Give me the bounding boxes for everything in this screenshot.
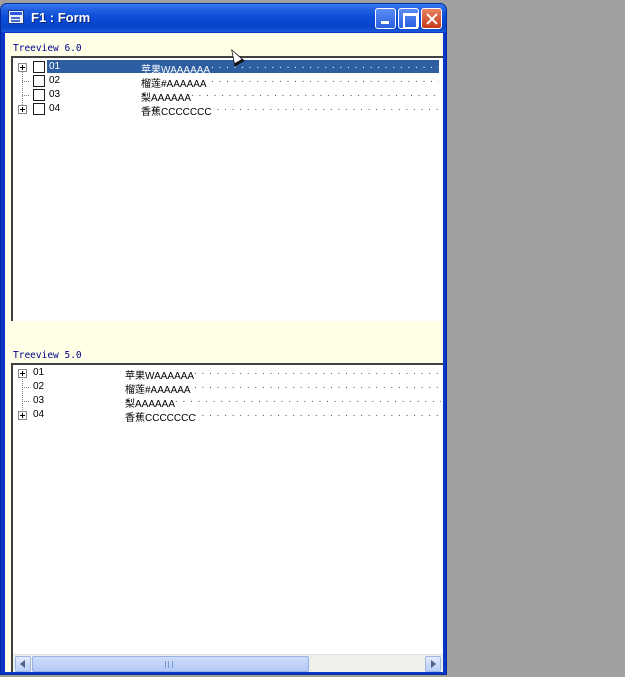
tree5-item-03[interactable]: 03 梨AAAAAA . . . . . . . . . . . . . . .…	[13, 394, 443, 410]
checkbox[interactable]	[33, 75, 45, 87]
tree-connector-line	[22, 81, 29, 82]
item-id: 01	[33, 367, 45, 378]
window-title: F1 : Form	[31, 10, 91, 25]
item-id: 03	[49, 89, 61, 100]
treeview-6[interactable]: 01 苹果WAAAAAA . . . . . . . . . . . . . .…	[11, 56, 443, 321]
item-id: 04	[49, 103, 61, 114]
scrollbar-thumb[interactable]	[32, 656, 309, 672]
plus-expander-icon[interactable]	[18, 63, 27, 72]
tree5-item-02[interactable]: 02 榴莲#AAAAAA . . . . . . . . . . . . . .…	[13, 380, 443, 396]
plus-expander-icon[interactable]	[18, 411, 27, 420]
scroll-left-icon[interactable]	[15, 656, 31, 672]
item-dots: . . . . . . . . . . . . . . . . . . . . …	[194, 408, 441, 419]
item-dots: . . . . . . . . . . . . . . . . . . . . …	[211, 60, 439, 71]
tree-connector-line	[22, 95, 29, 96]
item-dots: . . . . . . . . . . . . . . . . . . . . …	[194, 366, 441, 377]
treeview-5-label: Treeview 5.0	[13, 350, 82, 361]
tree6-item-04[interactable]: 04 香蕉CCCCCCC . . . . . . . . . . . . . .…	[13, 102, 443, 118]
tree5-item-01[interactable]: 01 苹果WAAAAAA . . . . . . . . . . . . . .…	[13, 366, 443, 382]
item-id: 03	[33, 395, 45, 406]
title-bar[interactable]: F1 : Form	[1, 4, 446, 32]
horizontal-scrollbar[interactable]	[13, 654, 443, 672]
tree6-item-02[interactable]: 02 榴莲#AAAAAA . . . . . . . . . . . . . .…	[13, 74, 443, 90]
item-dots: . . . . . . . . . . . . . . . . . . . . …	[209, 102, 439, 113]
form-client-area: Treeview 6.0 01 苹果WAAAAAA . . . . . . . …	[5, 33, 443, 672]
item-id: 02	[49, 75, 61, 86]
treeview-5[interactable]: 01 苹果WAAAAAA . . . . . . . . . . . . . .…	[11, 363, 443, 672]
form-window: F1 : Form Treeview 6.0 01 苹果WAAAAAA . . …	[0, 3, 447, 675]
tree6-item-03[interactable]: 03 梨AAAAAA . . . . . . . . . . . . . . .…	[13, 88, 443, 104]
item-dots: . . . . . . . . . . . . . . . . . . . . …	[211, 74, 439, 85]
checkbox[interactable]	[33, 89, 45, 101]
scroll-right-icon[interactable]	[425, 656, 441, 672]
checkbox[interactable]	[33, 61, 45, 73]
treeview-6-label: Treeview 6.0	[13, 43, 82, 54]
grip-icon	[165, 661, 173, 668]
item-dots: . . . . . . . . . . . . . . . . . . . . …	[194, 380, 441, 391]
item-id: 02	[33, 381, 45, 392]
tree-connector-line	[22, 387, 29, 388]
item-name: 香蕉CCCCCCC	[125, 413, 196, 424]
checkbox[interactable]	[33, 103, 45, 115]
maximize-button[interactable]	[398, 8, 419, 29]
item-id: 04	[33, 409, 45, 420]
item-dots: . . . . . . . . . . . . . . . . . . . . …	[175, 394, 441, 405]
tree-connector-line	[22, 401, 29, 402]
minimize-button[interactable]	[375, 8, 396, 29]
plus-expander-icon[interactable]	[18, 369, 27, 378]
plus-expander-icon[interactable]	[18, 105, 27, 114]
tree5-item-04[interactable]: 04 香蕉CCCCCCC . . . . . . . . . . . . . .…	[13, 408, 443, 424]
app-icon[interactable]	[8, 10, 24, 24]
tree6-item-01[interactable]: 01 苹果WAAAAAA . . . . . . . . . . . . . .…	[13, 60, 443, 76]
item-name: 香蕉CCCCCCC	[141, 107, 212, 118]
item-id: 01	[49, 61, 61, 72]
item-dots: . . . . . . . . . . . . . . . . . . . . …	[191, 88, 439, 99]
close-button[interactable]	[421, 8, 442, 29]
